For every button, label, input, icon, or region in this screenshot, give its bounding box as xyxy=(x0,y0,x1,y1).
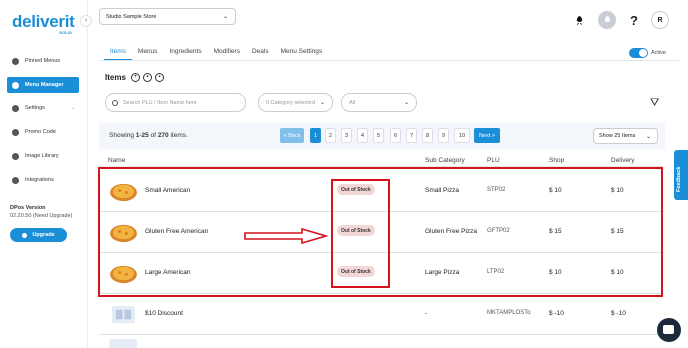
feedback-label: Feedback xyxy=(676,166,682,192)
sidebar-item-label: Image Library xyxy=(25,153,59,159)
help-icon[interactable]: ? xyxy=(625,11,643,29)
copy-icon[interactable]: ▪ xyxy=(143,73,152,82)
feedback-tab[interactable]: Feedback xyxy=(674,150,688,200)
page-6-button[interactable]: 6 xyxy=(390,128,401,143)
discount-thumbnail xyxy=(112,305,135,324)
sidebar-item-menu-manager[interactable]: Menu Manager xyxy=(7,77,79,93)
archive-icon[interactable]: ▪ xyxy=(155,73,164,82)
item-plu: MKTAMPLOSTo xyxy=(487,310,531,316)
search-placeholder: Search PLU / Item Name here xyxy=(123,99,197,106)
tab-divider xyxy=(99,60,679,61)
page-9-button[interactable]: 9 xyxy=(438,128,449,143)
active-toggle-label: Active xyxy=(651,50,666,56)
filter-icon[interactable]: ⛛ xyxy=(650,97,664,110)
store-name: Studio Sample Store xyxy=(106,13,157,20)
annotation-arrow xyxy=(244,228,328,244)
page-title: Items xyxy=(105,73,126,82)
upgrade-button[interactable]: Upgrade xyxy=(10,228,67,242)
sidebar-item-label: Promo Code xyxy=(25,129,56,135)
status-dropdown[interactable]: All ⌄ xyxy=(341,93,417,112)
chevron-down-icon: ⌄ xyxy=(70,105,75,111)
status-dropdown-value: All xyxy=(349,99,356,106)
store-selector[interactable]: Studio Sample Store ⌄ xyxy=(99,8,236,25)
column-header-sub-category[interactable]: Sub Category xyxy=(425,157,465,164)
upgrade-icon xyxy=(22,232,28,238)
showing-count: Showing 1-25 of 270 items. xyxy=(109,132,188,139)
showing-suffix: items. xyxy=(168,132,188,139)
upgrade-label: Upgrade xyxy=(32,232,55,238)
page-5-button[interactable]: 5 xyxy=(373,128,384,143)
page-1-button[interactable]: 1 xyxy=(310,128,321,143)
chevron-down-icon: ⌄ xyxy=(403,100,409,106)
brand-logo[interactable]: deliverit xyxy=(12,12,75,32)
menu-tabs: Items Menus Ingredients Modifiers Deals … xyxy=(104,46,328,60)
sidebar-item-label: Pinned Menus xyxy=(25,58,61,64)
tab-menu-settings[interactable]: Menu Settings xyxy=(275,46,329,60)
sidebar-item-label: Menu Manager xyxy=(25,82,64,88)
search-icon xyxy=(112,99,118,106)
showing-of: of xyxy=(148,132,158,139)
sidebar-item-label: Integrations xyxy=(25,177,54,183)
column-header-plu[interactable]: PLU xyxy=(487,157,500,164)
sidebar-item-settings[interactable]: Settings ⌄ xyxy=(7,100,79,116)
tab-menus[interactable]: Menus xyxy=(132,46,164,60)
sidebar-item-promo-code[interactable]: Promo Code xyxy=(7,124,79,140)
version-value: 02.20.50 (Need Upgrade) xyxy=(10,213,73,219)
per-page-select[interactable]: Show 25 Items ⌄ xyxy=(593,128,658,144)
image-icon xyxy=(12,152,19,160)
rocket-icon[interactable] xyxy=(570,11,588,29)
pin-icon xyxy=(12,57,19,65)
plug-icon xyxy=(12,176,19,184)
partial-thumbnail xyxy=(109,339,137,348)
chevron-down-icon: ⌄ xyxy=(222,14,228,20)
page-4-button[interactable]: 4 xyxy=(357,128,368,143)
column-header-delivery[interactable]: Delivery xyxy=(611,157,634,164)
version-title: DPos Version xyxy=(10,205,46,211)
search-input[interactable]: Search PLU / Item Name here xyxy=(105,93,246,112)
avatar[interactable]: R xyxy=(651,11,669,29)
brand-sub: GOLIO xyxy=(59,30,72,35)
page-8-button[interactable]: 8 xyxy=(422,128,433,143)
category-dropdown-value: 0 Category selected xyxy=(266,99,315,106)
sidebar-item-pinned-menus[interactable]: Pinned Menus xyxy=(7,53,79,69)
sidebar: deliverit GOLIO Pinned Menus Menu Manage… xyxy=(0,0,88,348)
add-icon[interactable]: + xyxy=(131,73,140,82)
sidebar-item-label: Settings xyxy=(25,105,45,111)
page-3-button[interactable]: 3 xyxy=(341,128,352,143)
column-header-shop[interactable]: Shop xyxy=(549,157,564,164)
back-button[interactable]: < Back xyxy=(280,128,304,143)
sidebar-item-image-library[interactable]: Image Library xyxy=(7,148,79,164)
item-name[interactable]: $10 Discount xyxy=(145,310,183,317)
page-10-button[interactable]: 10 xyxy=(454,128,470,143)
table-row[interactable]: $10 Discount - MKTAMPLOSTo $ -10 $ -10 xyxy=(99,295,665,335)
tab-items[interactable]: Items xyxy=(104,46,132,60)
active-toggle[interactable] xyxy=(629,48,648,58)
rocket-alt-icon[interactable] xyxy=(598,11,616,29)
menu-icon xyxy=(12,81,19,89)
tab-ingredients[interactable]: Ingredients xyxy=(163,46,207,60)
chevron-down-icon: ⌄ xyxy=(319,100,325,106)
showing-range: 1-25 xyxy=(135,132,149,139)
sidebar-item-integrations[interactable]: Integrations xyxy=(7,172,79,188)
category-dropdown[interactable]: 0 Category selected ⌄ xyxy=(258,93,333,112)
tab-deals[interactable]: Deals xyxy=(246,46,275,60)
column-header-name[interactable]: Name xyxy=(108,157,125,164)
item-shop-price: $ -10 xyxy=(549,310,564,317)
page-7-button[interactable]: 7 xyxy=(406,128,417,143)
next-button[interactable]: Next > xyxy=(474,128,500,143)
item-sub-category: - xyxy=(425,310,428,317)
tag-icon xyxy=(12,128,19,136)
per-page-value: Show 25 Items xyxy=(599,133,636,139)
showing-prefix: Showing xyxy=(109,132,136,139)
sidebar-collapse-button[interactable]: ‹ xyxy=(80,15,92,27)
showing-total: 270 xyxy=(157,132,169,139)
tab-modifiers[interactable]: Modifiers xyxy=(208,46,246,60)
chevron-down-icon: ⌄ xyxy=(645,133,651,140)
page-2-button[interactable]: 2 xyxy=(325,128,336,143)
item-delivery-price: $ -10 xyxy=(611,310,626,317)
gear-icon xyxy=(12,104,19,112)
chat-icon[interactable] xyxy=(657,318,681,342)
annotation-status-box xyxy=(331,179,390,288)
